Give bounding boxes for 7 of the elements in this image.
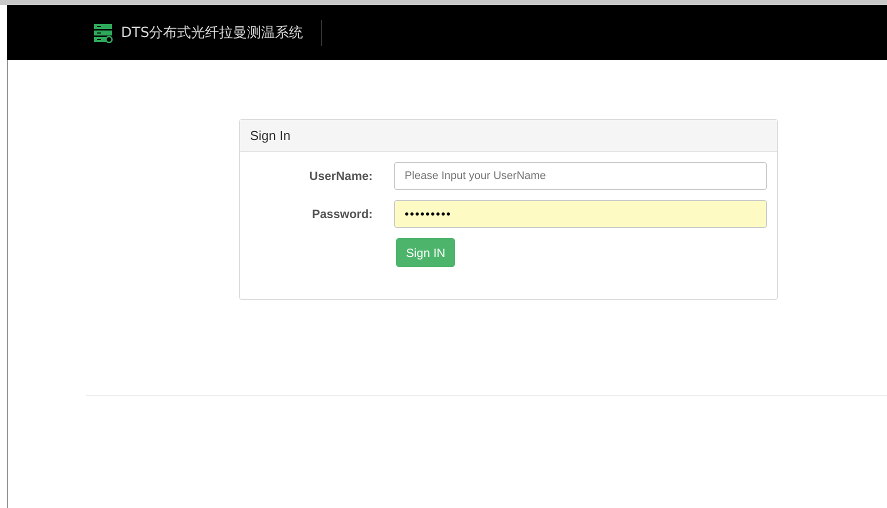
input-field[interactable]: Please Input your UserName xyxy=(394,162,767,190)
panel-heading: Sign In xyxy=(250,128,290,143)
server-icon xyxy=(93,22,113,42)
field-label: UserName: xyxy=(308,169,373,183)
app-title: DTS分布式光纤拉曼测温系统 xyxy=(121,24,304,42)
field-label: Password: xyxy=(310,207,373,221)
password-field[interactable]: ••••••••• xyxy=(394,200,767,228)
